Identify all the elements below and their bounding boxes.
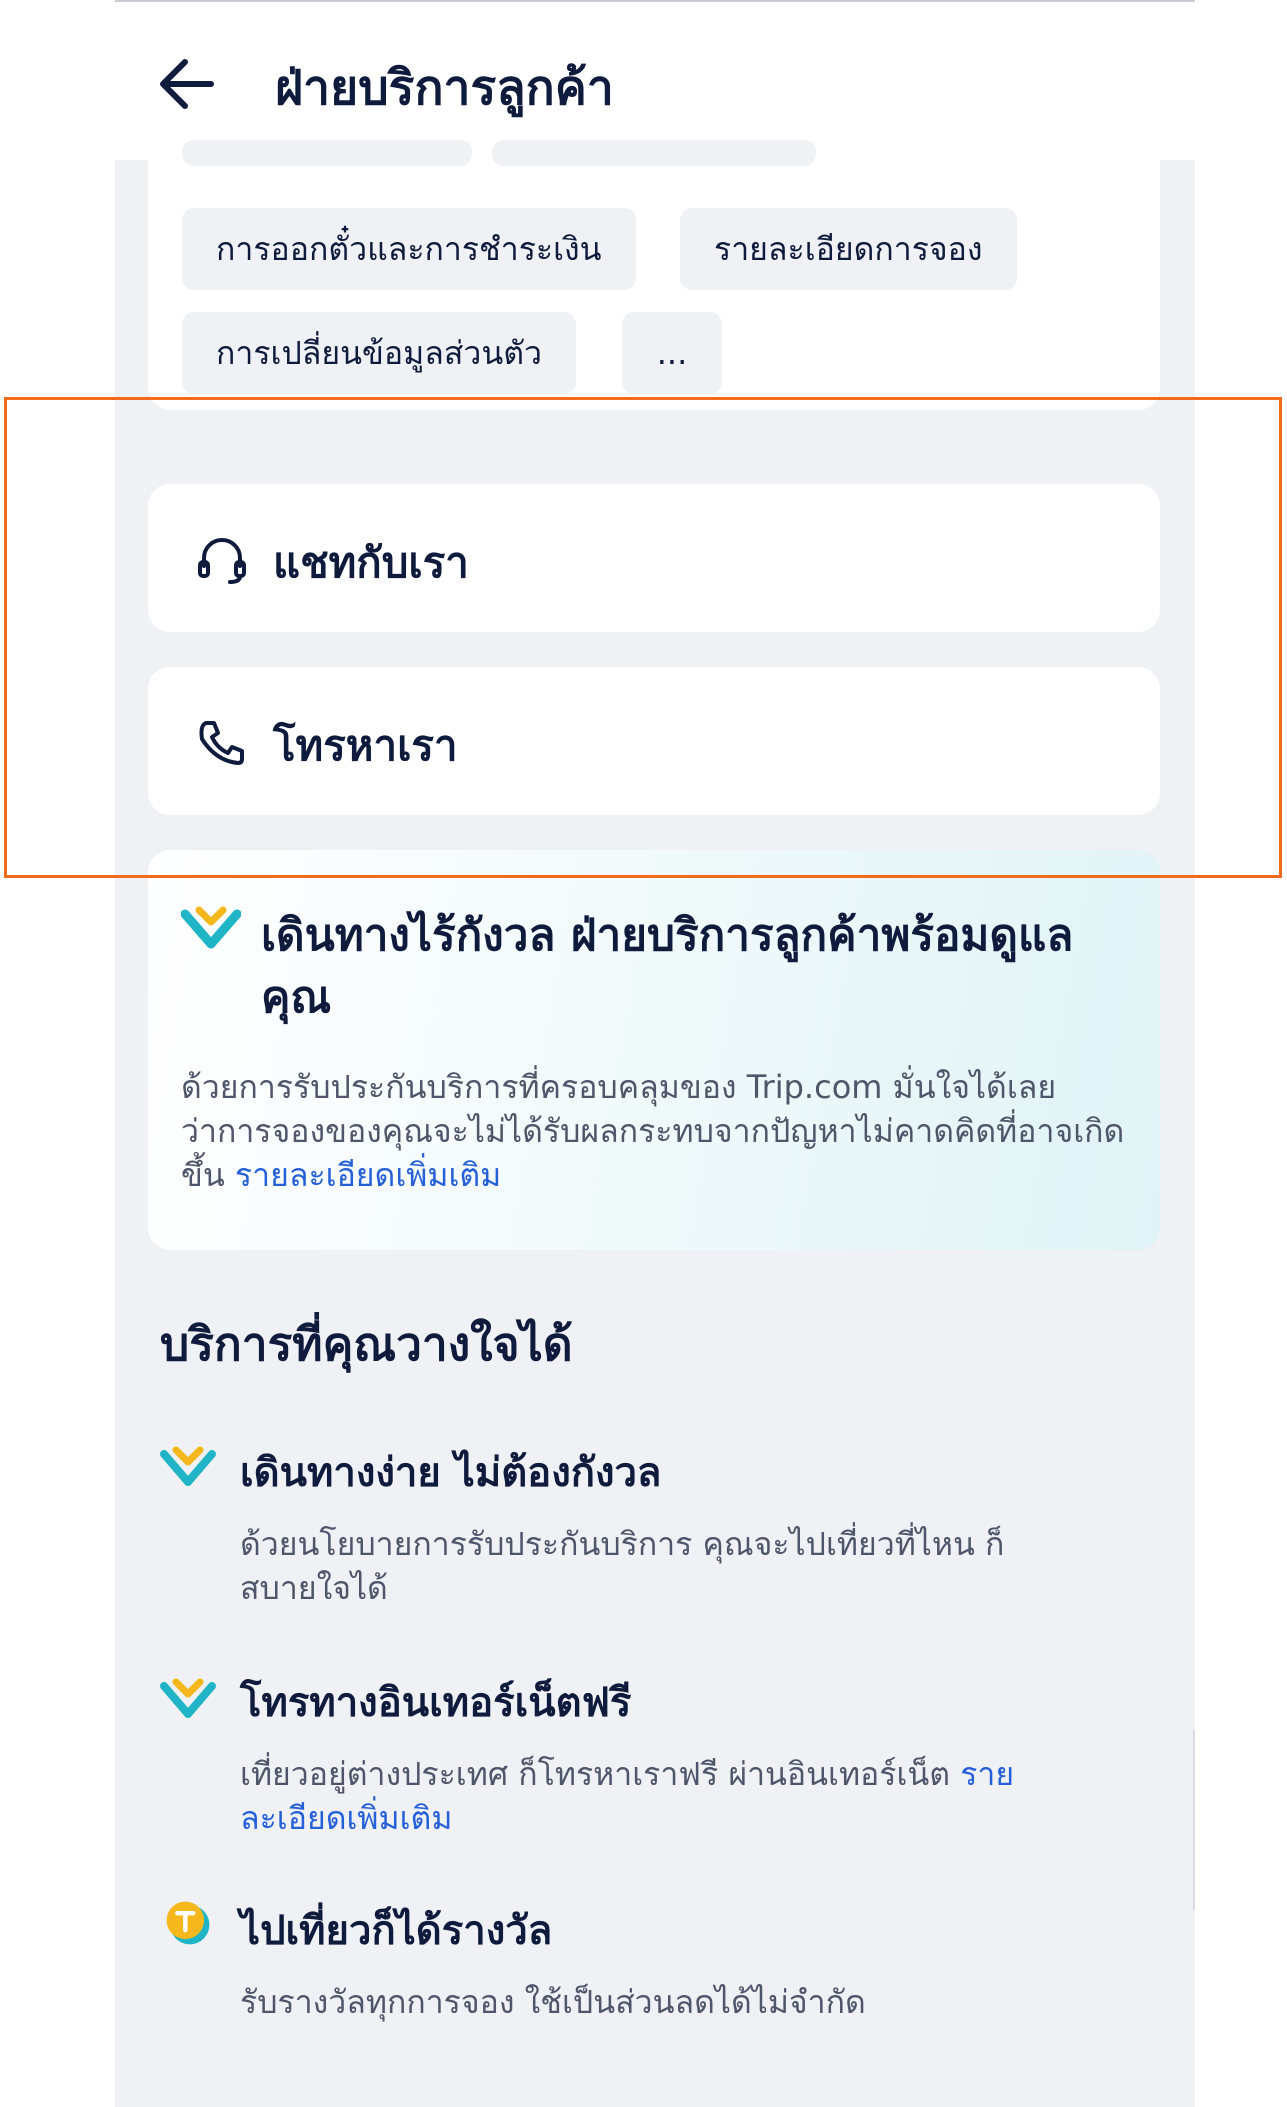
feature-description: ด้วยนโยบายการรับประกันบริการ คุณจะไปเที่… <box>240 1525 1005 1607</box>
topic-chip-ticketing-payment[interactable]: การออกตั๋วและการชำระเงิน <box>182 208 636 290</box>
trip-coin-icon <box>166 1901 210 1945</box>
services-section-title: บริการที่คุณวางใจได้ <box>160 1317 573 1371</box>
call-us-button[interactable]: โทรหาเรา <box>148 667 1160 815</box>
topic-chip-booking-details[interactable]: รายละเอียดการจอง <box>680 208 1017 290</box>
scroll-indicator <box>1193 1730 1195 1910</box>
feature-description: เที่ยวอยู่ต่างประเทศ ก็โทรหาเราฟรี ผ่านอ… <box>240 1752 1090 1840</box>
feature-description-text: เที่ยวอยู่ต่างประเทศ ก็โทรหาเราฟรี ผ่านอ… <box>240 1755 951 1793</box>
arrow-left-icon <box>160 59 214 109</box>
call-us-label: โทรหาเรา <box>273 721 458 770</box>
back-button[interactable] <box>151 48 223 120</box>
feature-description: รับรางวัลทุกการจอง ใช้เป็นส่วนลดได้ไม่จำ… <box>240 1983 866 2021</box>
heart-shield-icon <box>181 906 241 949</box>
topic-chip-personal-info[interactable]: การเปลี่ยนข้อมูลส่วนตัว <box>182 312 576 394</box>
heart-shield-icon <box>160 1446 216 1486</box>
topic-chip-hidden[interactable] <box>492 140 816 166</box>
topic-chip-more[interactable]: ... <box>622 312 722 394</box>
chat-with-us-button[interactable]: แชทกับเรา <box>148 484 1160 632</box>
heart-shield-icon <box>160 1678 216 1718</box>
guarantee-description: ด้วยการรับประกันบริการที่ครอบคลุมของ Tri… <box>181 1065 1131 1197</box>
content-area: การออกตั๋วและการชำระเงิน รายละเอียดการจอ… <box>115 140 1195 2107</box>
phone-icon <box>199 721 244 765</box>
feature-title: ไปเที่ยวก็ได้รางวัล <box>240 1908 553 1954</box>
customer-service-page: ฝ่ายบริการลูกค้า การออกตั๋วและการชำระเงิ… <box>0 0 1287 2107</box>
guarantee-more-details-link[interactable]: รายละเอียดเพิ่มเติม <box>235 1156 501 1194</box>
header-bar: ฝ่ายบริการลูกค้า <box>115 2 1195 160</box>
feature-title: เดินทางง่าย ไม่ต้องกังวล <box>240 1450 662 1496</box>
service-guarantee-card: เดินทางไร้กังวล ฝ่ายบริการลูกค้าพร้อมดูแ… <box>148 850 1160 1250</box>
topic-chip-hidden[interactable] <box>182 140 472 166</box>
feature-title: โทรทางอินเทอร์เน็ตฟรี <box>240 1680 632 1726</box>
guarantee-title: เดินทางไร้กังวล ฝ่ายบริการลูกค้าพร้อมดูแ… <box>261 910 1074 1023</box>
topic-card: การออกตั๋วและการชำระเงิน รายละเอียดการจอ… <box>148 140 1160 410</box>
chat-with-us-label: แชทกับเรา <box>273 538 469 587</box>
page-title: ฝ่ายบริการลูกค้า <box>275 60 614 116</box>
headset-icon <box>198 538 246 584</box>
